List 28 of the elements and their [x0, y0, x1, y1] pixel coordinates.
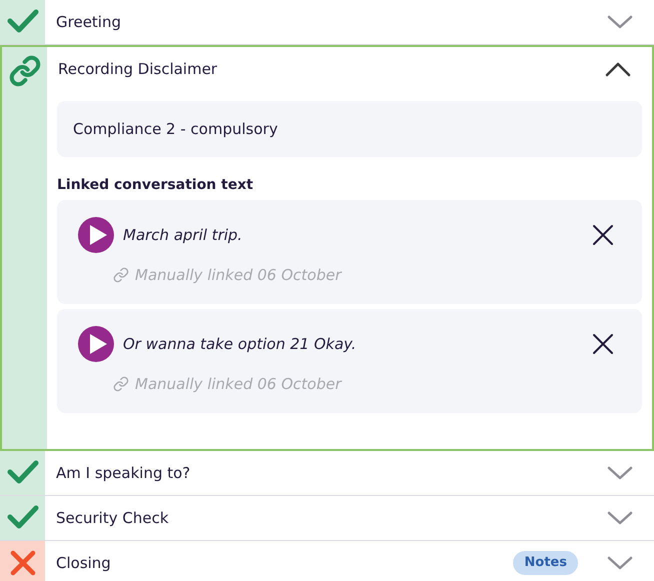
close-icon[interactable]	[592, 224, 614, 246]
section-title[interactable]: Closing	[56, 552, 514, 574]
linked-heading: Linked conversation text	[57, 176, 254, 195]
close-icon[interactable]	[592, 333, 614, 355]
section-title[interactable]: Recording Disclaimer	[58, 58, 604, 80]
link-icon	[113, 376, 129, 392]
section-title[interactable]: Greeting	[56, 10, 606, 34]
chevron-down-icon[interactable]	[606, 555, 634, 571]
cross-icon	[8, 549, 36, 577]
section-title[interactable]: Security Check	[56, 506, 606, 530]
play-icon[interactable]	[77, 216, 115, 254]
play-icon[interactable]	[77, 325, 115, 363]
link-meta: Manually linked 06 October	[135, 265, 342, 286]
chevron-up-icon[interactable]	[604, 61, 632, 77]
link-icon	[8, 55, 40, 87]
checkmark-icon	[6, 504, 38, 530]
checkmark-icon	[6, 8, 38, 34]
linked-text: Or wanna take option 21 Okay.	[123, 334, 358, 355]
chevron-down-icon[interactable]	[606, 14, 634, 30]
chevron-down-icon[interactable]	[606, 510, 634, 526]
link-icon	[113, 267, 129, 284]
link-meta: Manually linked 06 October	[135, 374, 342, 395]
chevron-down-icon[interactable]	[606, 465, 634, 481]
section-title[interactable]: Am I speaking to?	[56, 462, 606, 484]
linked-text: March april trip.	[123, 224, 244, 246]
checkmark-icon	[6, 459, 38, 485]
compliance-text: Compliance 2 - compulsory	[73, 118, 278, 140]
notes-badge[interactable]: Notes	[513, 551, 578, 575]
